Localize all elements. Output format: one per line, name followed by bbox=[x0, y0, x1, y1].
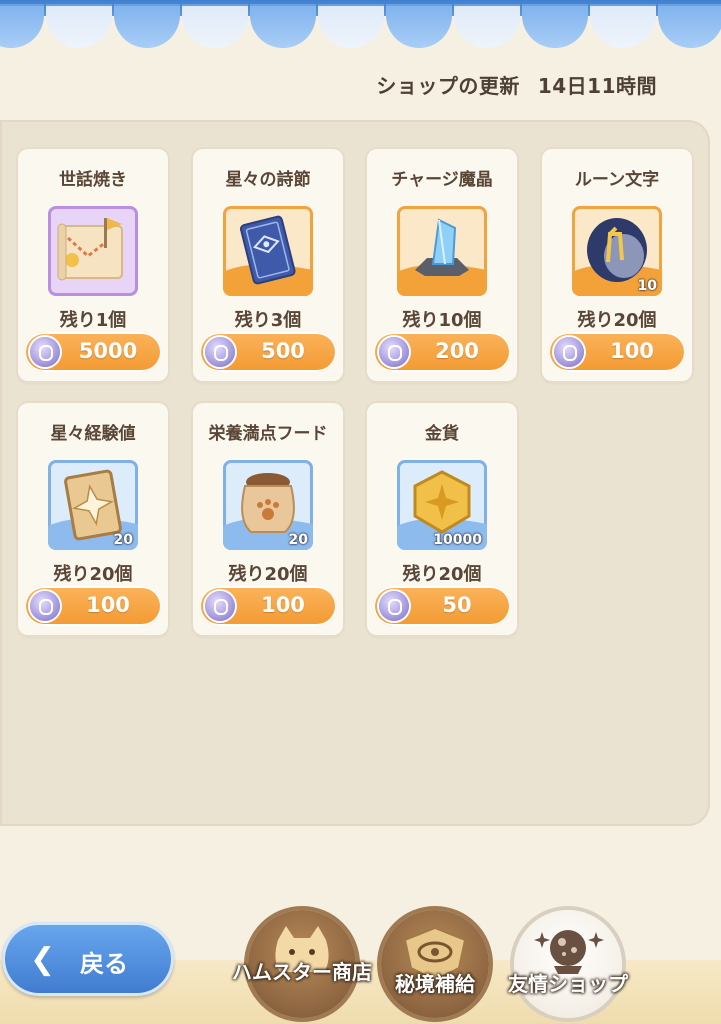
item-price: 50 bbox=[442, 593, 472, 617]
back-button[interactable]: ❮ 戻る bbox=[2, 922, 174, 996]
refresh-time: 14日11時間 bbox=[537, 74, 657, 98]
item-price: 100 bbox=[86, 593, 130, 617]
item-name: 金貨 bbox=[425, 424, 459, 444]
item-name: 星々の詩節 bbox=[225, 170, 311, 190]
rune-card-icon bbox=[223, 206, 313, 296]
buy-button[interactable]: 50 bbox=[373, 586, 511, 626]
star-card-icon: 20 bbox=[48, 460, 138, 550]
food-bag-icon: 20 bbox=[223, 460, 313, 550]
tab-friendship-shop[interactable]: 友情ショップ bbox=[508, 910, 628, 1018]
crystal-icon bbox=[397, 206, 487, 296]
item-name: チャージ魔晶 bbox=[391, 170, 493, 190]
buy-button[interactable]: 100 bbox=[548, 332, 686, 372]
item-name: ルーン文字 bbox=[574, 170, 660, 190]
item-quantity-badge: 10000 bbox=[433, 532, 482, 548]
buy-button[interactable]: 100 bbox=[24, 586, 162, 626]
item-price: 200 bbox=[435, 339, 479, 363]
shop-item-card[interactable]: ルーン文字 10 残り20個 100 bbox=[542, 149, 692, 381]
item-quantity-badge: 20 bbox=[288, 532, 308, 548]
buy-button[interactable]: 200 bbox=[373, 332, 511, 372]
buy-button[interactable]: 5000 bbox=[24, 332, 162, 372]
shop-item-card[interactable]: 金貨 10000 残り20個 50 bbox=[367, 403, 517, 635]
item-remaining: 残り1個 bbox=[59, 310, 127, 331]
item-price: 500 bbox=[261, 339, 305, 363]
shop-refresh-timer: ショップの更新 14日11時間 bbox=[376, 70, 657, 99]
item-name: 星々経験値 bbox=[50, 424, 136, 444]
chevron-left-icon: ❮ bbox=[30, 942, 56, 977]
tab-label: 秘境補給 bbox=[395, 972, 475, 996]
tab-hamster-shop[interactable]: ハムスター商店 bbox=[232, 910, 372, 1018]
item-name: 世話焼き bbox=[59, 170, 127, 190]
currency-coin-icon bbox=[30, 591, 60, 621]
currency-coin-icon bbox=[30, 337, 60, 367]
item-quantity-badge: 20 bbox=[113, 532, 133, 548]
shop-item-card[interactable]: 世話焼き 残り1個 5000 bbox=[18, 149, 168, 381]
item-price: 100 bbox=[261, 593, 305, 617]
item-remaining: 残り20個 bbox=[577, 310, 657, 331]
item-price: 5000 bbox=[78, 339, 138, 363]
shop-item-card[interactable]: チャージ魔晶 残り10個 200 bbox=[367, 149, 517, 381]
currency-coin-icon bbox=[554, 337, 584, 367]
gold-coin-icon: 10000 bbox=[397, 460, 487, 550]
shop-item-card[interactable]: 栄養満点フード 20 残り20個 100 bbox=[193, 403, 343, 635]
tab-label: ハムスター商店 bbox=[232, 960, 372, 984]
refresh-label: ショップの更新 bbox=[376, 74, 520, 98]
currency-coin-icon bbox=[205, 337, 235, 367]
currency-coin-icon bbox=[379, 337, 409, 367]
shop-item-card[interactable]: 星々の詩節 残り3個 500 bbox=[193, 149, 343, 381]
shop-item-card[interactable]: 星々経験値 20 残り20個 100 bbox=[18, 403, 168, 635]
eye-emblem-icon bbox=[403, 926, 467, 982]
currency-coin-icon bbox=[379, 591, 409, 621]
buy-button[interactable]: 100 bbox=[199, 586, 337, 626]
crystal-ball-icon bbox=[534, 930, 604, 974]
buy-button[interactable]: 500 bbox=[199, 332, 337, 372]
shop-item-panel: 世話焼き 残り1個 5000 星々の詩節 残り3個 500 チャージ魔晶 残り1… bbox=[0, 120, 710, 826]
rune-stone-icon: 10 bbox=[572, 206, 662, 296]
shop-awning bbox=[0, 0, 721, 56]
item-remaining: 残り20個 bbox=[402, 564, 482, 585]
currency-coin-icon bbox=[205, 591, 235, 621]
item-price: 100 bbox=[610, 339, 654, 363]
tab-secret-supply[interactable]: 秘境補給 bbox=[381, 910, 489, 1018]
item-quantity-badge: 10 bbox=[637, 278, 657, 294]
item-remaining: 残り10個 bbox=[402, 310, 482, 331]
item-remaining: 残り3個 bbox=[234, 310, 302, 331]
tab-label: 友情ショップ bbox=[508, 972, 628, 996]
item-remaining: 残り20個 bbox=[53, 564, 133, 585]
treasure-map-icon bbox=[48, 206, 138, 296]
back-label: 戻る bbox=[80, 950, 128, 978]
item-name: 栄養満点フード bbox=[208, 424, 328, 444]
item-remaining: 残り20個 bbox=[228, 564, 308, 585]
